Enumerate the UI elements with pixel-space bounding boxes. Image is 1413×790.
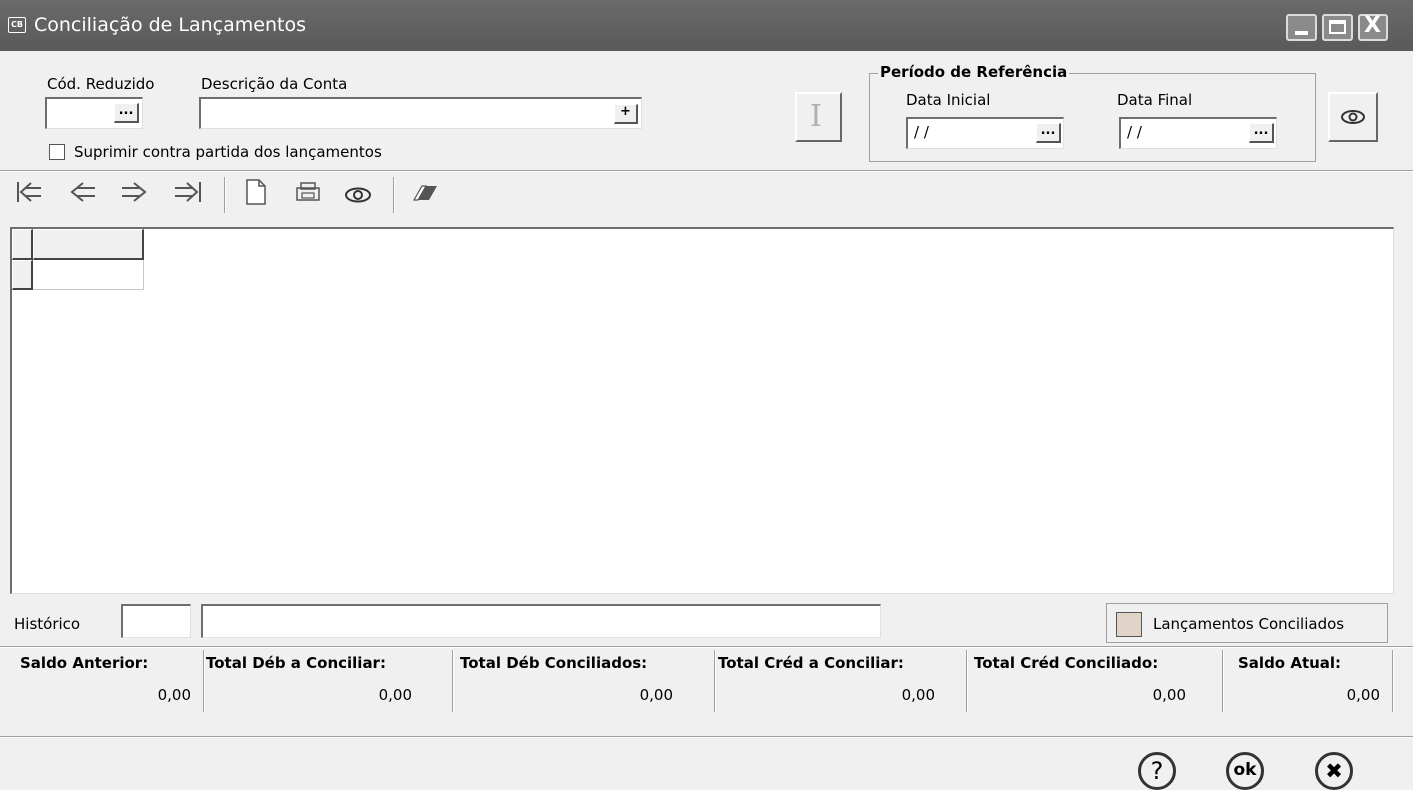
conciliados-color-swatch	[1116, 612, 1142, 637]
title-bar: CB Conciliação de Lançamentos X	[0, 0, 1413, 51]
footer-separator	[0, 736, 1413, 738]
print-button[interactable]	[290, 178, 326, 214]
first-record-icon	[17, 182, 41, 202]
eye-icon	[345, 187, 371, 203]
maximize-icon	[1329, 20, 1346, 34]
last-record-button[interactable]	[170, 178, 206, 214]
saldo-anterior-label: Saldo Anterior:	[20, 654, 149, 672]
total-deb-conciliados-label: Total Déb Conciliados:	[460, 654, 648, 672]
clear-button[interactable]	[405, 178, 445, 214]
descricao-conta-input[interactable]	[199, 97, 642, 129]
saldo-anterior-value: 0,00	[157, 686, 191, 704]
minimize-button[interactable]	[1286, 14, 1317, 41]
cancel-button[interactable]: ✖	[1315, 752, 1353, 790]
totals-divider	[1392, 650, 1394, 712]
historico-code-input[interactable]	[121, 604, 191, 638]
text-cursor-icon: I	[810, 99, 822, 134]
next-record-button[interactable]	[117, 178, 153, 214]
text-cursor-button[interactable]: I	[795, 92, 842, 142]
last-record-icon	[175, 182, 201, 202]
add-account-button[interactable]: +	[614, 104, 638, 124]
lancamentos-grid[interactable]	[10, 227, 1394, 594]
data-final-picker-button[interactable]: ...	[1249, 123, 1274, 143]
maximize-button[interactable]	[1322, 14, 1353, 41]
grid-corner-cell	[12, 229, 33, 260]
total-cred-conciliado-label: Total Créd Conciliado:	[974, 654, 1159, 672]
saldo-atual: Saldo Atual: 0,00	[1230, 650, 1386, 712]
main-window: CB Conciliação de Lançamentos X Cód. Red…	[0, 0, 1413, 790]
historico-label: Histórico	[14, 615, 81, 633]
total-deb-a-conciliar-value: 0,00	[378, 686, 412, 704]
suprimir-label: Suprimir contra partida dos lançamentos	[74, 143, 382, 161]
minimize-icon	[1295, 31, 1308, 35]
saldo-atual-value: 0,00	[1346, 686, 1380, 704]
total-deb-a-conciliar: Total Déb a Conciliar: 0,00	[200, 650, 418, 712]
data-inicial-picker-button[interactable]: ...	[1036, 123, 1061, 143]
total-cred-a-conciliar: Total Créd a Conciliar: 0,00	[712, 650, 941, 712]
grid-column-header[interactable]	[33, 229, 144, 260]
suprimir-checkbox[interactable]	[49, 144, 65, 160]
saldo-anterior: Saldo Anterior: 0,00	[14, 650, 197, 712]
close-button[interactable]: X	[1358, 13, 1388, 41]
help-button[interactable]: ?	[1138, 752, 1176, 790]
data-inicial-label: Data Inicial	[906, 91, 991, 109]
cod-reduzido-label: Cód. Reduzido	[47, 75, 155, 93]
total-deb-conciliados: Total Déb Conciliados: 0,00	[454, 650, 679, 712]
historico-text-input[interactable]	[201, 604, 881, 638]
toolbar-separator	[224, 177, 226, 213]
view-button[interactable]	[340, 178, 376, 214]
data-final-label: Data Final	[1117, 91, 1193, 109]
view-period-button[interactable]	[1328, 92, 1378, 142]
legend-box: Lançamentos Conciliados	[1106, 603, 1388, 643]
new-document-button[interactable]	[238, 178, 274, 214]
total-cred-a-conciliar-value: 0,00	[901, 686, 935, 704]
toolbar-separator	[393, 177, 395, 213]
previous-record-button[interactable]	[64, 178, 100, 214]
total-cred-a-conciliar-label: Total Créd a Conciliar:	[718, 654, 904, 672]
eraser-icon	[412, 185, 437, 201]
total-cred-conciliado: Total Créd Conciliado: 0,00	[968, 650, 1192, 712]
total-deb-conciliados-value: 0,00	[639, 686, 673, 704]
ok-button[interactable]: ok	[1226, 752, 1264, 790]
total-cred-conciliado-value: 0,00	[1152, 686, 1186, 704]
previous-record-icon	[70, 182, 95, 202]
filter-separator	[0, 170, 1413, 172]
saldo-atual-label: Saldo Atual:	[1238, 654, 1342, 672]
first-record-button[interactable]	[12, 178, 48, 214]
printer-icon	[296, 182, 320, 201]
window-title: Conciliação de Lançamentos	[34, 14, 306, 36]
totals-top-separator	[0, 646, 1413, 648]
new-document-icon	[246, 179, 266, 205]
totals-divider	[1222, 650, 1224, 712]
legend-label: Lançamentos Conciliados	[1153, 615, 1345, 633]
eye-icon	[1341, 110, 1365, 124]
cod-reduzido-lookup-button[interactable]: ...	[114, 103, 139, 123]
grid-row-indicator[interactable]	[12, 260, 33, 290]
grid-cell[interactable]	[33, 260, 144, 290]
total-deb-a-conciliar-label: Total Déb a Conciliar:	[206, 654, 386, 672]
next-record-icon	[122, 182, 147, 202]
periodo-referencia-title: Período de Referência	[878, 63, 1070, 81]
close-icon: X	[1364, 13, 1381, 38]
descricao-conta-label: Descrição da Conta	[201, 75, 348, 93]
app-icon: CB	[8, 17, 26, 33]
